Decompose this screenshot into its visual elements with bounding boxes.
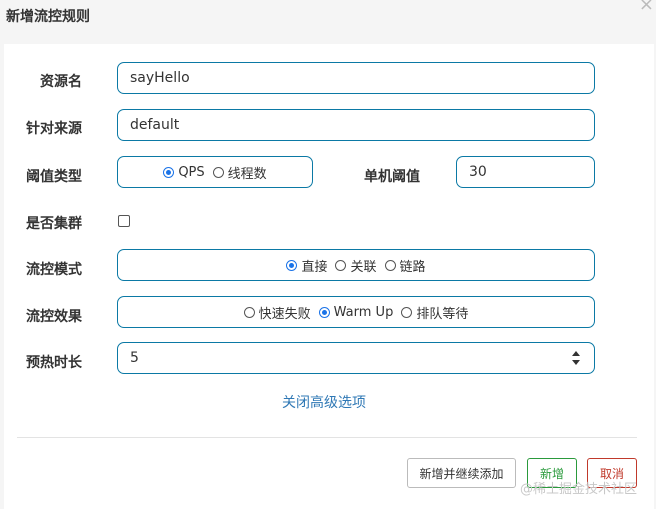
single-threshold-value: 30 bbox=[469, 164, 487, 180]
single-threshold-label: 单机阈值 bbox=[364, 169, 420, 185]
add-and-continue-button[interactable]: 新增并继续添加 bbox=[407, 458, 516, 488]
warmup-duration-input[interactable]: 5 bbox=[117, 342, 595, 374]
source-label: 针对来源 bbox=[26, 121, 82, 137]
radio-relate-label: 关联 bbox=[350, 259, 377, 275]
radio-queue[interactable]: 排队等待 bbox=[401, 303, 468, 322]
threshold-type-group: QPS 线程数 bbox=[117, 156, 313, 188]
single-threshold-input[interactable]: 30 bbox=[456, 156, 595, 188]
add-button[interactable]: 新增 bbox=[527, 458, 577, 488]
radio-chain-indicator bbox=[384, 259, 396, 271]
cluster-checkbox[interactable] bbox=[118, 215, 130, 227]
radio-fast-fail[interactable]: 快速失败 bbox=[243, 303, 311, 322]
radio-relate-indicator bbox=[335, 259, 347, 271]
resource-name-value: sayHello bbox=[130, 70, 190, 86]
radio-thread-count-indicator bbox=[212, 166, 224, 178]
close-icon[interactable]: × bbox=[639, 0, 654, 14]
radio-fast-fail-indicator bbox=[243, 306, 255, 318]
source-value: default bbox=[130, 117, 180, 133]
toggle-advanced-link[interactable]: 关闭高级选项 bbox=[282, 392, 366, 412]
warmup-duration-label: 预热时长 bbox=[26, 355, 82, 371]
threshold-type-label: 阈值类型 bbox=[26, 169, 82, 185]
dialog-title: 新增流控规则 bbox=[6, 9, 90, 25]
radio-warm-up-label: Warm Up bbox=[333, 304, 394, 320]
radio-direct[interactable]: 直接 bbox=[286, 256, 327, 275]
radio-chain[interactable]: 链路 bbox=[384, 256, 426, 275]
radio-direct-label: 直接 bbox=[301, 259, 328, 275]
spinner-down-icon[interactable] bbox=[572, 360, 580, 365]
cancel-button[interactable]: 取消 bbox=[587, 458, 637, 488]
radio-fast-fail-label: 快速失败 bbox=[258, 306, 311, 322]
radio-relate[interactable]: 关联 bbox=[335, 256, 377, 275]
radio-qps-label: QPS bbox=[178, 164, 205, 180]
warmup-duration-value: 5 bbox=[130, 350, 139, 366]
cluster-label: 是否集群 bbox=[26, 216, 82, 232]
radio-queue-label: 排队等待 bbox=[416, 306, 469, 322]
resource-name-label: 资源名 bbox=[40, 74, 82, 90]
radio-chain-label: 链路 bbox=[399, 259, 426, 275]
spinner-up-icon[interactable] bbox=[572, 351, 580, 356]
source-input[interactable]: default bbox=[117, 109, 595, 141]
radio-queue-indicator bbox=[401, 306, 413, 318]
flow-mode-group: 直接 关联 链路 bbox=[117, 249, 595, 281]
footer-divider bbox=[17, 437, 637, 438]
flow-effect-group: 快速失败 Warm Up 排队等待 bbox=[117, 296, 595, 328]
resource-name-input[interactable]: sayHello bbox=[117, 62, 595, 94]
flow-mode-label: 流控模式 bbox=[26, 262, 82, 278]
radio-thread-count-label: 线程数 bbox=[227, 166, 267, 182]
radio-direct-indicator bbox=[286, 259, 298, 271]
number-spinner[interactable] bbox=[572, 351, 580, 365]
flow-effect-label: 流控效果 bbox=[26, 309, 82, 325]
radio-thread-count[interactable]: 线程数 bbox=[212, 163, 267, 182]
radio-warm-up[interactable]: Warm Up bbox=[318, 304, 394, 320]
radio-warm-up-indicator bbox=[318, 306, 330, 318]
flow-rule-dialog: 新增流控规则 × 资源名 sayHello 针对来源 default 阈值类型 … bbox=[0, 0, 656, 509]
radio-qps-indicator bbox=[163, 166, 175, 178]
radio-qps[interactable]: QPS bbox=[163, 164, 205, 180]
